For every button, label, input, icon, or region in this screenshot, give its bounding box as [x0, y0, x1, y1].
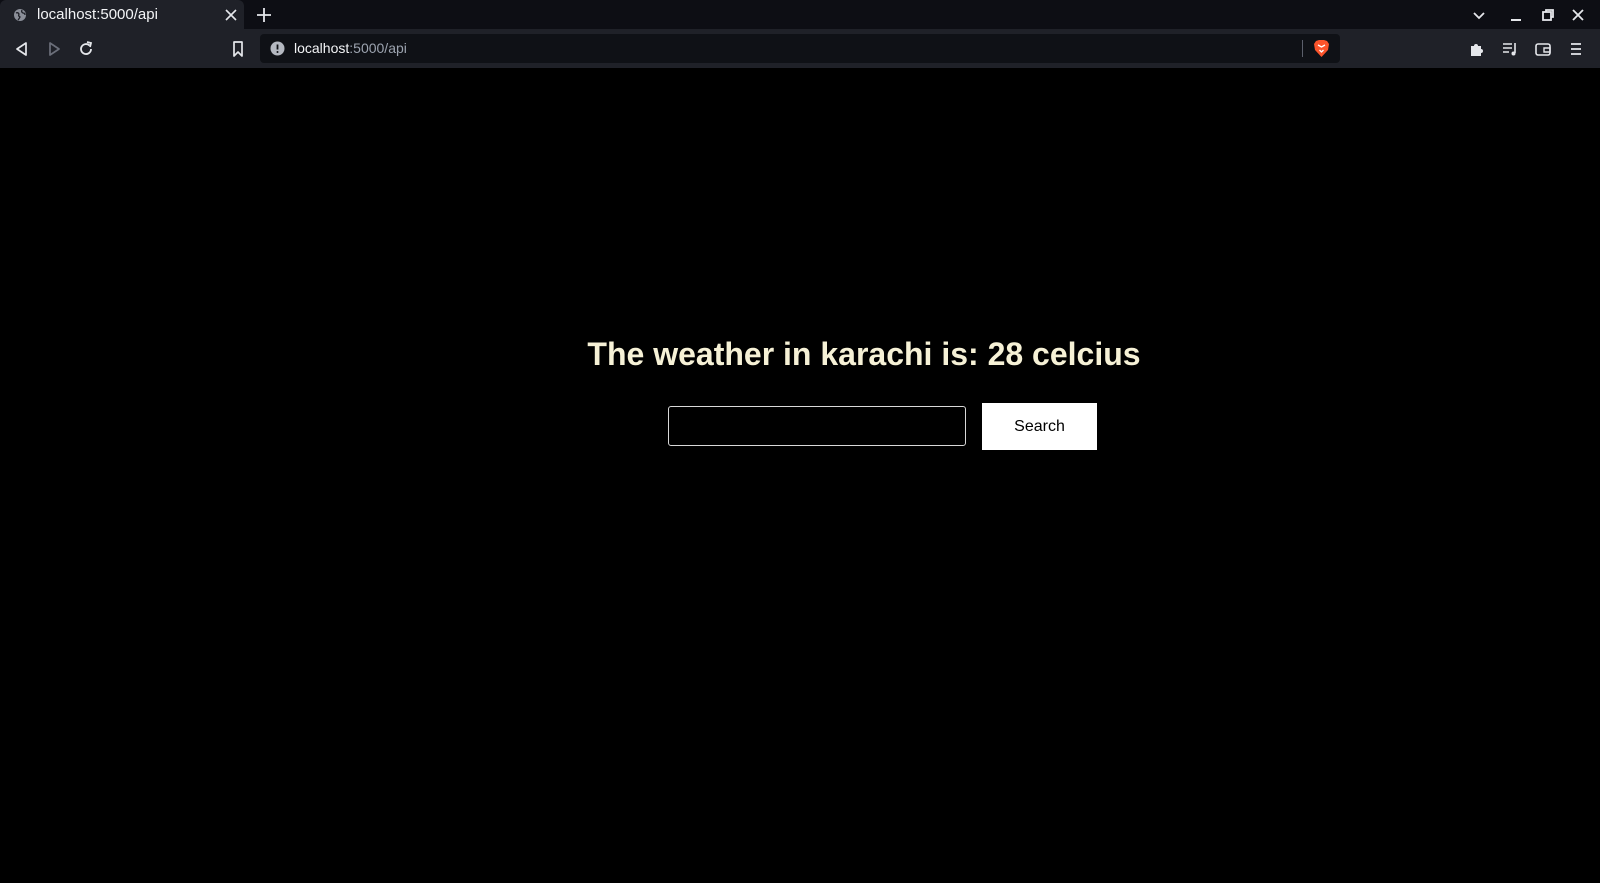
close-icon[interactable]	[224, 8, 238, 22]
search-button[interactable]: Search	[982, 403, 1097, 450]
back-arrow-icon[interactable]	[13, 40, 31, 58]
brave-lion-icon[interactable]	[1313, 39, 1330, 58]
bookmark-icon[interactable]	[229, 40, 247, 58]
url-text: localhost:5000/api	[294, 40, 407, 57]
weather-headline: The weather in karachi is: 28 celcius	[587, 336, 1141, 372]
playlist-icon[interactable]	[1501, 40, 1519, 58]
plus-icon[interactable]	[256, 7, 272, 23]
hamburger-menu-icon[interactable]	[1567, 40, 1585, 58]
address-bar[interactable]: localhost:5000/api	[260, 34, 1340, 63]
reload-icon[interactable]	[77, 40, 95, 58]
info-icon[interactable]	[270, 41, 285, 56]
puzzle-icon[interactable]	[1468, 40, 1486, 58]
browser-tab[interactable]: localhost:5000/api	[0, 0, 244, 29]
globe-icon	[13, 8, 27, 22]
minimize-icon[interactable]	[1508, 7, 1524, 23]
tab-strip: localhost:5000/api	[0, 0, 1600, 29]
address-bar-divider	[1302, 40, 1303, 57]
forward-arrow-icon[interactable]	[45, 40, 63, 58]
chevron-down-icon[interactable]	[1471, 7, 1487, 23]
wallet-icon[interactable]	[1534, 40, 1552, 58]
url-host: localhost	[294, 40, 350, 56]
city-search-input[interactable]	[668, 406, 966, 446]
page-content: The weather in karachi is: 28 celcius Se…	[0, 68, 1600, 883]
url-path: :5000/api	[349, 40, 407, 56]
restore-icon[interactable]	[1540, 7, 1556, 23]
browser-toolbar: localhost:5000/api	[0, 29, 1600, 68]
window-close-icon[interactable]	[1570, 7, 1586, 23]
tab-title: localhost:5000/api	[37, 6, 158, 23]
